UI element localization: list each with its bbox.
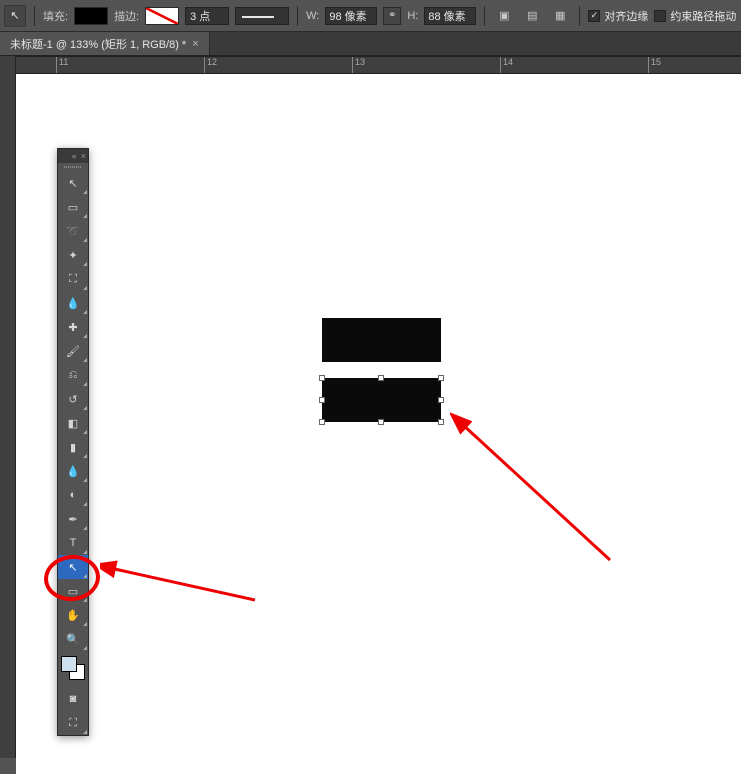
selection-handle[interactable] bbox=[438, 419, 444, 425]
height-label: H: bbox=[407, 10, 418, 22]
selection-handle[interactable] bbox=[378, 419, 384, 425]
screen-mode-toggle[interactable]: ⛶ bbox=[58, 711, 88, 735]
flyout-indicator-icon bbox=[83, 646, 87, 650]
flyout-indicator-icon bbox=[83, 382, 87, 386]
align-edges-checkbox[interactable]: ✓ 对齐边缘 bbox=[588, 8, 648, 24]
constrain-path-checkbox[interactable]: 约束路径拖动 bbox=[654, 8, 736, 24]
selection-handle[interactable] bbox=[319, 397, 325, 403]
magic-wand-tool[interactable]: ✦ bbox=[58, 243, 88, 267]
blur-tool[interactable]: 💧 bbox=[58, 459, 88, 483]
ruler-vertical[interactable] bbox=[0, 56, 16, 758]
link-icon[interactable]: ⚭ bbox=[383, 7, 401, 25]
stroke-label: 描边: bbox=[114, 8, 139, 24]
close-icon[interactable]: × bbox=[192, 38, 198, 50]
stroke-color-swatch[interactable] bbox=[145, 7, 179, 25]
document-tab[interactable]: 未标题-1 @ 133% (矩形 1, RGB/8) * × bbox=[0, 32, 210, 55]
flyout-indicator-icon bbox=[83, 238, 87, 242]
height-input[interactable] bbox=[424, 7, 476, 25]
flyout-indicator-icon bbox=[83, 622, 87, 626]
type-tool[interactable]: T bbox=[58, 531, 88, 555]
selection-handle[interactable] bbox=[319, 375, 325, 381]
separator bbox=[34, 6, 35, 26]
stroke-style-dropdown[interactable] bbox=[235, 7, 289, 25]
selection-handle[interactable] bbox=[378, 375, 384, 381]
flyout-indicator-icon bbox=[83, 310, 87, 314]
history-brush-tool[interactable]: ↺ bbox=[58, 387, 88, 411]
panel-header[interactable]: « × bbox=[58, 149, 88, 163]
shape-rectangle-2-selected[interactable] bbox=[322, 378, 441, 422]
separator bbox=[297, 6, 298, 26]
crop-tool[interactable]: ⛶ bbox=[58, 267, 88, 291]
document-tab-title: 未标题-1 @ 133% (矩形 1, RGB/8) * bbox=[10, 36, 186, 52]
flyout-indicator-icon bbox=[83, 214, 87, 218]
align-edges-label: 对齐边缘 bbox=[604, 8, 648, 24]
clone-stamp-tool[interactable]: ⎌ bbox=[58, 363, 88, 387]
path-align-icon[interactable]: ▤ bbox=[521, 5, 543, 27]
pen-tool[interactable]: ✒ bbox=[58, 507, 88, 531]
ruler-tick: 11 bbox=[56, 57, 68, 73]
healing-brush-tool[interactable]: ✚ bbox=[58, 315, 88, 339]
flyout-indicator-icon bbox=[83, 430, 87, 434]
close-icon[interactable]: × bbox=[81, 151, 86, 161]
foreground-color-swatch[interactable] bbox=[61, 656, 77, 672]
checkbox-box: ✓ bbox=[588, 10, 600, 22]
flyout-indicator-icon bbox=[83, 478, 87, 482]
separator bbox=[484, 6, 485, 26]
tool-preset-picker[interactable]: ↖ bbox=[4, 5, 26, 27]
panel-grip[interactable] bbox=[58, 163, 88, 171]
flyout-indicator-icon bbox=[83, 334, 87, 338]
eraser-tool[interactable]: ◧ bbox=[58, 411, 88, 435]
constrain-path-label: 约束路径拖动 bbox=[670, 8, 736, 24]
tools-panel[interactable]: « × ↖▭➰✦⛶💧✚🖌⎌↺◧▮💧◐✒T↖▭✋🔍 ◙ ⛶ bbox=[57, 148, 89, 736]
separator bbox=[579, 6, 580, 26]
path-arrange-icon[interactable]: ▦ bbox=[549, 5, 571, 27]
options-bar: ↖ 填充: 描边: W: ⚭ H: ▣ ▤ ▦ ✓ 对齐边缘 约束路径拖动 bbox=[0, 0, 741, 32]
collapse-icon[interactable]: « bbox=[72, 151, 77, 161]
flyout-indicator-icon bbox=[83, 502, 87, 506]
hand-tool[interactable]: ✋ bbox=[58, 603, 88, 627]
flyout-indicator-icon bbox=[83, 190, 87, 194]
ruler-tick: 15 bbox=[648, 57, 661, 73]
flyout-indicator-icon bbox=[83, 550, 87, 554]
ruler-tick: 14 bbox=[500, 57, 513, 73]
flyout-indicator-icon bbox=[83, 358, 87, 362]
eyedropper-tool[interactable]: 💧 bbox=[58, 291, 88, 315]
flyout-indicator-icon bbox=[83, 574, 87, 578]
flyout-indicator-icon bbox=[83, 286, 87, 290]
selection-handle[interactable] bbox=[319, 419, 325, 425]
arrow-cursor-icon: ↖ bbox=[10, 9, 19, 22]
ruler-tick: 13 bbox=[352, 57, 365, 73]
gradient-tool[interactable]: ▮ bbox=[58, 435, 88, 459]
marquee-tool[interactable]: ▭ bbox=[58, 195, 88, 219]
flyout-indicator-icon bbox=[83, 406, 87, 410]
rectangle-tool[interactable]: ▭ bbox=[58, 579, 88, 603]
shape-rectangle-1[interactable] bbox=[322, 318, 441, 362]
selection-handle[interactable] bbox=[438, 375, 444, 381]
fill-label: 填充: bbox=[43, 8, 68, 24]
zoom-tool[interactable]: 🔍 bbox=[58, 627, 88, 651]
flyout-indicator-icon bbox=[83, 454, 87, 458]
fill-color-swatch[interactable] bbox=[74, 7, 108, 25]
move-tool[interactable]: ↖ bbox=[58, 171, 88, 195]
lasso-tool[interactable]: ➰ bbox=[58, 219, 88, 243]
ruler-horizontal[interactable]: 11 12 13 14 15 bbox=[16, 56, 741, 74]
document-tabs-bar: 未标题-1 @ 133% (矩形 1, RGB/8) * × bbox=[0, 32, 741, 56]
ruler-tick: 12 bbox=[204, 57, 217, 73]
flyout-indicator-icon bbox=[83, 598, 87, 602]
path-selection-tool[interactable]: ↖ bbox=[58, 555, 88, 579]
quick-mask-toggle[interactable]: ◙ bbox=[58, 687, 88, 711]
flyout-indicator-icon bbox=[83, 262, 87, 266]
checkbox-box bbox=[654, 10, 666, 22]
selection-handle[interactable] bbox=[438, 397, 444, 403]
brush-tool[interactable]: 🖌 bbox=[58, 339, 88, 363]
dodge-tool[interactable]: ◐ bbox=[58, 483, 88, 507]
width-input[interactable] bbox=[325, 7, 377, 25]
flyout-indicator-icon bbox=[83, 526, 87, 530]
width-label: W: bbox=[306, 10, 319, 22]
stroke-width-input[interactable] bbox=[185, 7, 229, 25]
color-swatches[interactable] bbox=[58, 653, 88, 683]
path-combine-icon[interactable]: ▣ bbox=[493, 5, 515, 27]
